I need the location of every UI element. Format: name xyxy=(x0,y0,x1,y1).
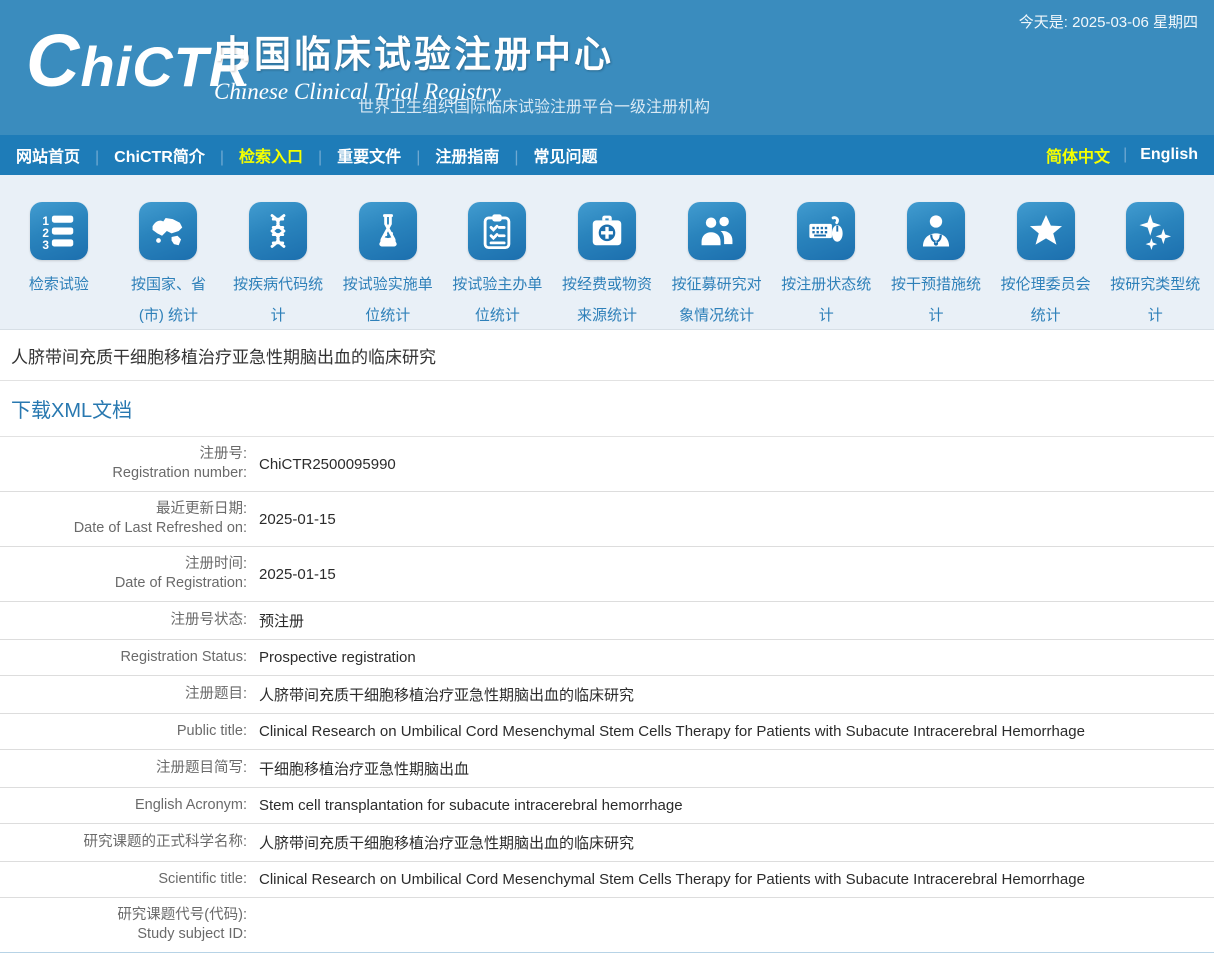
lang-zh-link[interactable]: 简体中文 xyxy=(1046,143,1110,167)
row-label: 注册题目: xyxy=(0,677,247,712)
stat-link-label: 按注册状态统计 xyxy=(771,269,881,331)
row-label: 注册号:Registration number: xyxy=(0,437,247,491)
stat-link-by-ethics[interactable]: 按伦理委员会统计 xyxy=(991,202,1101,329)
stat-link-by-sponsor[interactable]: 按试验主办单位统计 xyxy=(443,202,553,329)
lang-separator: | xyxy=(1123,146,1127,164)
row-value: Prospective registration xyxy=(247,641,1214,674)
who-platform-subtitle: 世界卫生组织国际临床试验注册平台一级注册机构 xyxy=(358,93,710,117)
world-map-icon xyxy=(139,202,197,260)
row-label: Registration Status: xyxy=(0,640,247,675)
registration-detail-table: 注册号:Registration number:ChiCTR2500095990… xyxy=(0,437,1214,953)
table-row: 研究课题的正式科学名称:人脐带间充质干细胞移植治疗亚急性期脑出血的临床研究 xyxy=(0,824,1214,862)
stat-link-by-recruiting[interactable]: 按征募研究对象情况统计 xyxy=(662,202,772,329)
stat-link-label: 按征募研究对象情况统计 xyxy=(662,269,772,331)
table-row: Scientific title:Clinical Research on Um… xyxy=(0,862,1214,898)
nav-item-documents[interactable]: 重要文件 xyxy=(303,143,401,167)
clipboard-icon xyxy=(468,202,526,260)
row-label: 研究课题的正式科学名称: xyxy=(0,825,247,860)
stat-link-by-implement-site[interactable]: 按试验实施单位统计 xyxy=(333,202,443,329)
row-label: Scientific title: xyxy=(0,862,247,897)
stat-link-by-reg-status[interactable]: 按注册状态统计 xyxy=(771,202,881,329)
table-row: 注册号状态:预注册 xyxy=(0,602,1214,640)
stat-link-by-disease-code[interactable]: 按疾病代码统计 xyxy=(223,202,333,329)
dna-icon xyxy=(249,202,307,260)
row-value: 2025-01-15 xyxy=(247,558,1214,591)
row-label: 研究课题代号(代码):Study subject ID: xyxy=(0,898,247,952)
table-row: 研究课题代号(代码):Study subject ID: xyxy=(0,898,1214,953)
row-label: 最近更新日期:Date of Last Refreshed on: xyxy=(0,492,247,546)
row-label: 注册时间:Date of Registration: xyxy=(0,547,247,601)
nav-item-faq[interactable]: 常见问题 xyxy=(499,143,597,167)
nav-item-guide[interactable]: 注册指南 xyxy=(401,143,499,167)
sparkles-icon xyxy=(1126,202,1184,260)
stat-link-label: 按干预措施统计 xyxy=(881,269,991,331)
table-row: 注册题目:人脐带间充质干细胞移植治疗亚急性期脑出血的临床研究 xyxy=(0,676,1214,714)
keyboard-mouse-icon xyxy=(797,202,855,260)
row-value: 人脐带间充质干细胞移植治疗亚急性期脑出血的临床研究 xyxy=(247,824,1214,861)
row-value: 2025-01-15 xyxy=(247,503,1214,536)
table-row: 最近更新日期:Date of Last Refreshed on:2025-01… xyxy=(0,492,1214,547)
stat-link-search-trials[interactable]: 123 检索试验 xyxy=(4,202,114,329)
download-xml-link[interactable]: 下载XML文档 xyxy=(11,400,132,422)
stat-link-label: 按研究类型统计 xyxy=(1100,269,1210,331)
row-label: 注册号状态: xyxy=(0,603,247,638)
page-title: 人脐带间充质干细胞移植治疗亚急性期脑出血的临床研究 xyxy=(0,330,1214,381)
site-header: ChiCTR 中国临床试验注册中心 Chinese Clinical Trial… xyxy=(0,0,1214,135)
doctor-icon xyxy=(907,202,965,260)
language-switch: 简体中文 | English xyxy=(1046,143,1198,167)
table-row: 注册题目简写:干细胞移植治疗亚急性期脑出血 xyxy=(0,750,1214,788)
stat-link-label: 按试验实施单位统计 xyxy=(333,269,443,331)
main-nav: 网站首页ChiCTR简介检索入口重要文件注册指南常见问题 简体中文 | Engl… xyxy=(0,135,1214,175)
svg-text:3: 3 xyxy=(42,238,49,250)
stat-link-label: 按经费或物资来源统计 xyxy=(552,269,662,331)
row-value: 人脐带间充质干细胞移植治疗亚急性期脑出血的临床研究 xyxy=(247,676,1214,713)
numbered-list-icon: 123 xyxy=(30,202,88,260)
brand-title-zh: 中国临床试验注册中心 xyxy=(214,24,614,78)
row-label: English Acronym: xyxy=(0,788,247,823)
row-value: Clinical Research on Umbilical Cord Mese… xyxy=(247,863,1214,896)
lang-en-link[interactable]: English xyxy=(1140,146,1198,164)
stat-link-label: 按伦理委员会统计 xyxy=(991,269,1101,331)
stat-link-label: 检索试验 xyxy=(4,269,114,300)
row-label: Public title: xyxy=(0,714,247,749)
main-nav-list: 网站首页ChiCTR简介检索入口重要文件注册指南常见问题 xyxy=(16,143,598,167)
row-label: 注册题目简写: xyxy=(0,751,247,786)
row-value: Stem cell transplantation for subacute i… xyxy=(247,789,1214,822)
stat-link-by-country[interactable]: 按国家、省(市) 统计 xyxy=(114,202,224,329)
stat-link-label: 按国家、省(市) 统计 xyxy=(114,269,224,331)
star-icon xyxy=(1017,202,1075,260)
row-value: ChiCTR2500095990 xyxy=(247,448,1214,481)
people-icon xyxy=(688,202,746,260)
nav-item-home[interactable]: 网站首页 xyxy=(16,143,80,167)
table-row: Public title:Clinical Research on Umbili… xyxy=(0,714,1214,750)
table-row: 注册时间:Date of Registration:2025-01-15 xyxy=(0,547,1214,602)
stat-link-by-funding[interactable]: 按经费或物资来源统计 xyxy=(552,202,662,329)
table-row: Registration Status:Prospective registra… xyxy=(0,640,1214,676)
stat-link-label: 按试验主办单位统计 xyxy=(443,269,553,331)
today-date: 今天是: 2025-03-06 星期四 xyxy=(1019,11,1198,32)
row-value: Clinical Research on Umbilical Cord Mese… xyxy=(247,715,1214,748)
nav-item-about[interactable]: ChiCTR简介 xyxy=(80,143,205,167)
stat-link-label: 按疾病代码统计 xyxy=(223,269,333,331)
stat-link-by-study-type[interactable]: 按研究类型统计 xyxy=(1100,202,1210,329)
row-value: 预注册 xyxy=(247,602,1214,639)
table-row: 注册号:Registration number:ChiCTR2500095990 xyxy=(0,437,1214,492)
flask-icon xyxy=(359,202,417,260)
row-value xyxy=(247,916,1214,935)
row-value: 干细胞移植治疗亚急性期脑出血 xyxy=(247,750,1214,787)
medkit-icon xyxy=(578,202,636,260)
xml-download-row: 下载XML文档 xyxy=(0,381,1214,437)
stat-link-by-intervention[interactable]: 按干预措施统计 xyxy=(881,202,991,329)
statistics-icon-strip: 123 检索试验按国家、省(市) 统计按疾病代码统计按试验实施单位统计按试验主办单… xyxy=(0,175,1214,330)
nav-item-search[interactable]: 检索入口 xyxy=(205,143,303,167)
table-row: English Acronym:Stem cell transplantatio… xyxy=(0,788,1214,824)
